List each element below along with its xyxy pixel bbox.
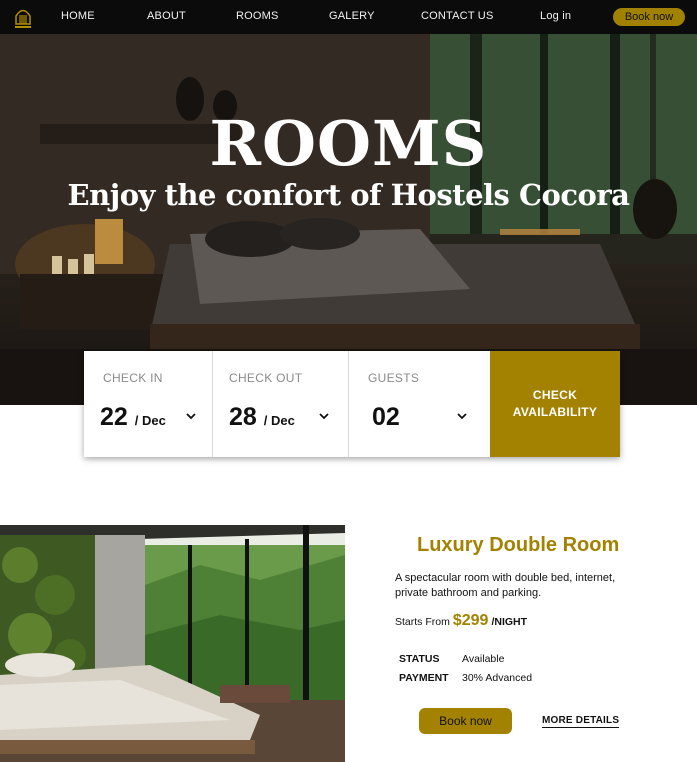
nav-link-home[interactable]: HOME	[61, 10, 95, 22]
top-navbar: HOME ABOUT ROOMS GALERY CONTACT US Log i…	[0, 0, 697, 34]
chevron-down-icon[interactable]	[456, 411, 468, 421]
page-title: ROOMS	[209, 107, 488, 180]
nav-link-galery[interactable]: GALERY	[329, 10, 375, 22]
hero-bedroom-image	[0, 34, 697, 405]
guests-label: GUESTS	[368, 371, 420, 385]
check-availability-button[interactable]: CHECK AVAILABILITY	[490, 351, 620, 457]
nav-link-about[interactable]: ABOUT	[147, 10, 186, 22]
book-now-button[interactable]: Book now	[419, 708, 512, 734]
hero-subtitle: Enjoy the confort of Hostels Cocora	[67, 178, 630, 212]
more-details-link[interactable]: MORE DETAILS	[542, 715, 620, 728]
nav-link-contact-us[interactable]: CONTACT US	[421, 10, 494, 22]
payment-value: 30% Advanced	[462, 672, 533, 684]
check-out-label: CHECK OUT	[229, 371, 303, 385]
nav-link-login[interactable]: Log in	[540, 10, 571, 22]
payment-label: PAYMENT	[399, 672, 449, 684]
room-title: Luxury Double Room	[417, 534, 620, 556]
chevron-down-icon[interactable]	[185, 411, 197, 421]
room-bedroom-image	[0, 525, 345, 762]
guests-count: 02	[372, 403, 400, 431]
room-description: A spectacular room with double bed, inte…	[395, 572, 616, 599]
hero-banner: ROOMS Enjoy the confort of Hostels Cocor…	[0, 34, 697, 405]
price-prefix: Starts From	[395, 616, 450, 628]
booking-bar: CHECK IN 22 / Dec CHECK OUT 28 / Dec GUE…	[84, 351, 620, 457]
chevron-down-icon[interactable]	[318, 411, 330, 421]
room-photo	[0, 525, 345, 762]
hostel-logo-icon[interactable]	[13, 4, 33, 30]
check-in-date: 22 / Dec	[100, 403, 166, 431]
nav-link-rooms[interactable]: ROOMS	[236, 10, 279, 22]
check-in-selector[interactable]: CHECK IN 22 / Dec	[84, 351, 213, 457]
nav-book-now-button[interactable]: Book now	[613, 8, 685, 26]
check-out-date: 28 / Dec	[229, 403, 295, 431]
check-out-selector[interactable]: CHECK OUT 28 / Dec	[213, 351, 349, 457]
check-in-label: CHECK IN	[103, 371, 163, 385]
room-price: $299	[452, 612, 489, 629]
status-label: STATUS	[399, 653, 440, 665]
guests-selector[interactable]: GUESTS 02	[349, 351, 490, 457]
price-unit: /NIGHT	[491, 616, 528, 628]
price-row: Starts From $299 /NIGHT	[395, 612, 527, 630]
status-value: Available	[462, 653, 505, 665]
